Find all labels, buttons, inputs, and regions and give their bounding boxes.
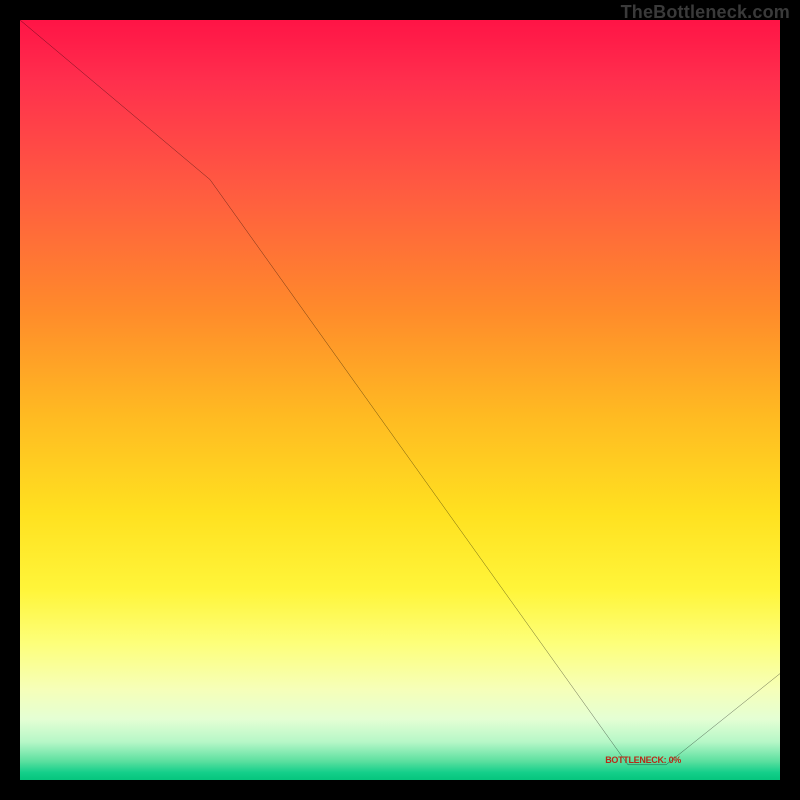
bottleneck-annotation: BOTTLENECK: 0% <box>605 755 681 765</box>
bottleneck-curve <box>20 20 780 765</box>
chart-line-layer <box>20 20 780 780</box>
chart-frame: TheBottleneck.com BOTTLENECK: 0% <box>0 0 800 800</box>
plot-area: BOTTLENECK: 0% <box>20 20 780 780</box>
